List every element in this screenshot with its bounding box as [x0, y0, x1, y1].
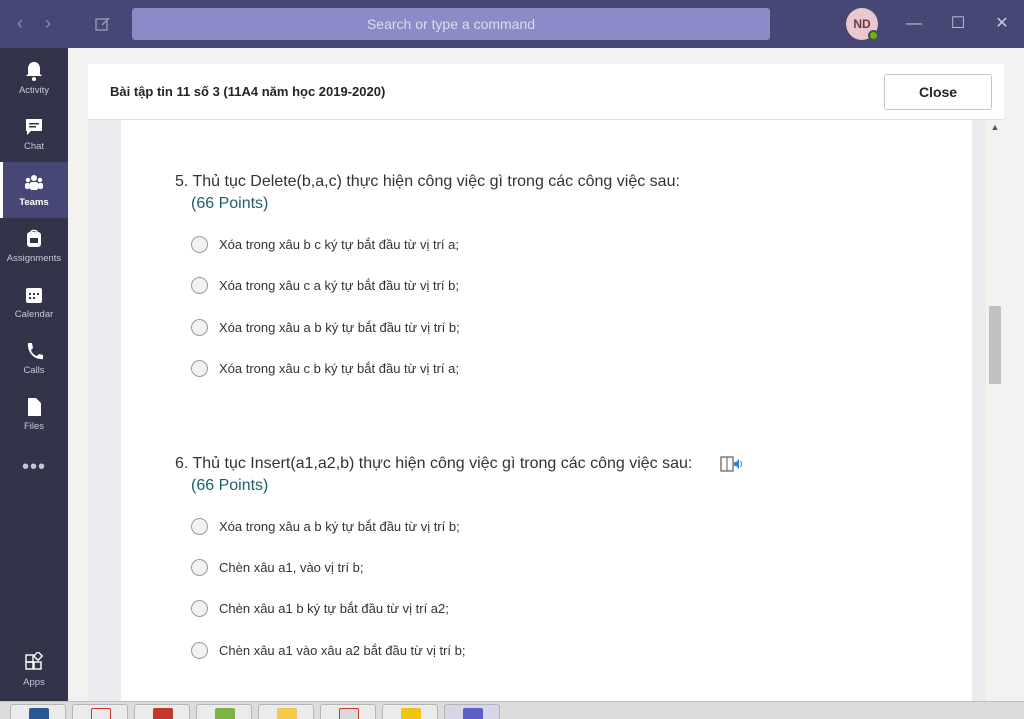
- taskbar-app-teams-icon[interactable]: [444, 704, 500, 719]
- radio-button[interactable]: [191, 559, 208, 576]
- chevron-left-icon[interactable]: ‹: [10, 13, 30, 34]
- phone-icon: [27, 343, 43, 360]
- radio-button[interactable]: [191, 600, 208, 617]
- search-input[interactable]: Search or type a command: [132, 8, 770, 40]
- option-label[interactable]: Xóa trong xâu c b ký tự bắt đầu từ vị tr…: [219, 361, 459, 376]
- page-title: Bài tập tin 11 số 3 (11A4 năm học 2019-2…: [110, 84, 386, 99]
- rail-label: Activity: [18, 85, 50, 96]
- scroll-up-icon[interactable]: ▲: [988, 122, 1002, 136]
- immersive-reader-icon[interactable]: [720, 455, 742, 473]
- taskbar-app-pdf-icon[interactable]: [134, 704, 190, 719]
- chevron-right-icon[interactable]: ›: [38, 13, 58, 34]
- close-window-icon[interactable]: ✕: [990, 12, 1014, 36]
- taskbar-app-yahoo-icon[interactable]: [382, 704, 438, 719]
- bell-icon: [26, 62, 42, 81]
- rail-label: Apps: [23, 677, 45, 688]
- option-label[interactable]: Xóa trong xâu c a ký tự bắt đầu từ vị tr…: [219, 278, 459, 293]
- option-label[interactable]: Chèn xâu a1, vào vị trí b;: [219, 560, 364, 575]
- taskbar-app-word-icon[interactable]: [10, 704, 66, 719]
- rail-item-apps[interactable]: Apps: [0, 642, 68, 698]
- taskbar-app-tool-icon[interactable]: [320, 704, 376, 719]
- radio-button[interactable]: [191, 236, 208, 253]
- rail-item-teams[interactable]: Teams: [0, 162, 68, 218]
- rail-label: Assignments: [6, 253, 62, 264]
- chat-icon: [26, 119, 42, 135]
- taskbar: [0, 701, 1024, 719]
- rail-label: Chat: [23, 141, 45, 152]
- apps-icon: [25, 652, 44, 670]
- backpack-icon: [27, 229, 41, 247]
- radio-button[interactable]: [191, 518, 208, 535]
- teams-icon: [25, 175, 43, 190]
- file-icon: [28, 398, 41, 416]
- rail-label: Calendar: [14, 309, 54, 320]
- rail-item-assignments[interactable]: Assignments: [0, 218, 68, 274]
- rail-label: Teams: [19, 197, 49, 208]
- compose-icon[interactable]: [94, 15, 112, 33]
- option-label[interactable]: Chèn xâu a1 vào xâu a2 bắt đầu từ vị trí…: [219, 643, 465, 658]
- rail-item-chat[interactable]: Chat: [0, 106, 68, 162]
- question-title: 5. Thủ tục Delete(b,a,c) thực hiện công …: [175, 173, 680, 190]
- question-points: (66 Points): [191, 195, 269, 212]
- radio-button[interactable]: [191, 642, 208, 659]
- question-points: (66 Points): [191, 477, 269, 494]
- rail-label: Calls: [23, 365, 45, 376]
- rail-label: Files: [23, 421, 45, 432]
- assignment-header: Bài tập tin 11 số 3 (11A4 năm học 2019-2…: [88, 64, 1004, 120]
- title-bar: ‹ › Search or type a command ND — ☐ ✕: [0, 0, 1024, 48]
- rail-item-files[interactable]: Files: [0, 386, 68, 442]
- taskbar-app-coccoc-icon[interactable]: [196, 704, 252, 719]
- app-rail: Activity Chat Teams Assignments Calendar…: [0, 48, 68, 701]
- option-label[interactable]: Chèn xâu a1 b ký tự bắt đầu từ vị trí a2…: [219, 601, 449, 616]
- taskbar-app-unikey-icon[interactable]: [72, 704, 128, 719]
- taskbar-app-explorer-icon[interactable]: [258, 704, 314, 719]
- scrollbar[interactable]: [986, 120, 1004, 701]
- rail-item-calls[interactable]: Calls: [0, 330, 68, 386]
- minimize-icon[interactable]: —: [902, 12, 926, 36]
- radio-button[interactable]: [191, 277, 208, 294]
- option-label[interactable]: Xóa trong xâu b c ký tự bắt đầu từ vị tr…: [219, 237, 459, 252]
- calendar-icon: [26, 288, 42, 303]
- radio-button[interactable]: [191, 360, 208, 377]
- radio-button[interactable]: [191, 319, 208, 336]
- more-apps-icon[interactable]: •••: [0, 456, 68, 479]
- scrollbar-thumb[interactable]: [989, 306, 1001, 384]
- rail-item-calendar[interactable]: Calendar: [0, 274, 68, 330]
- presence-status-icon: [868, 30, 879, 41]
- maximize-icon[interactable]: ☐: [946, 12, 970, 36]
- option-label[interactable]: Xóa trong xâu a b ký tự bắt đầu từ vị tr…: [219, 320, 460, 335]
- close-button[interactable]: Close: [884, 74, 992, 110]
- question-title: 6. Thủ tục Insert(a1,a2,b) thực hiện côn…: [175, 455, 693, 472]
- rail-item-activity[interactable]: Activity: [0, 50, 68, 106]
- option-label[interactable]: Xóa trong xâu a b ký tự bắt đầu từ vị tr…: [219, 519, 460, 534]
